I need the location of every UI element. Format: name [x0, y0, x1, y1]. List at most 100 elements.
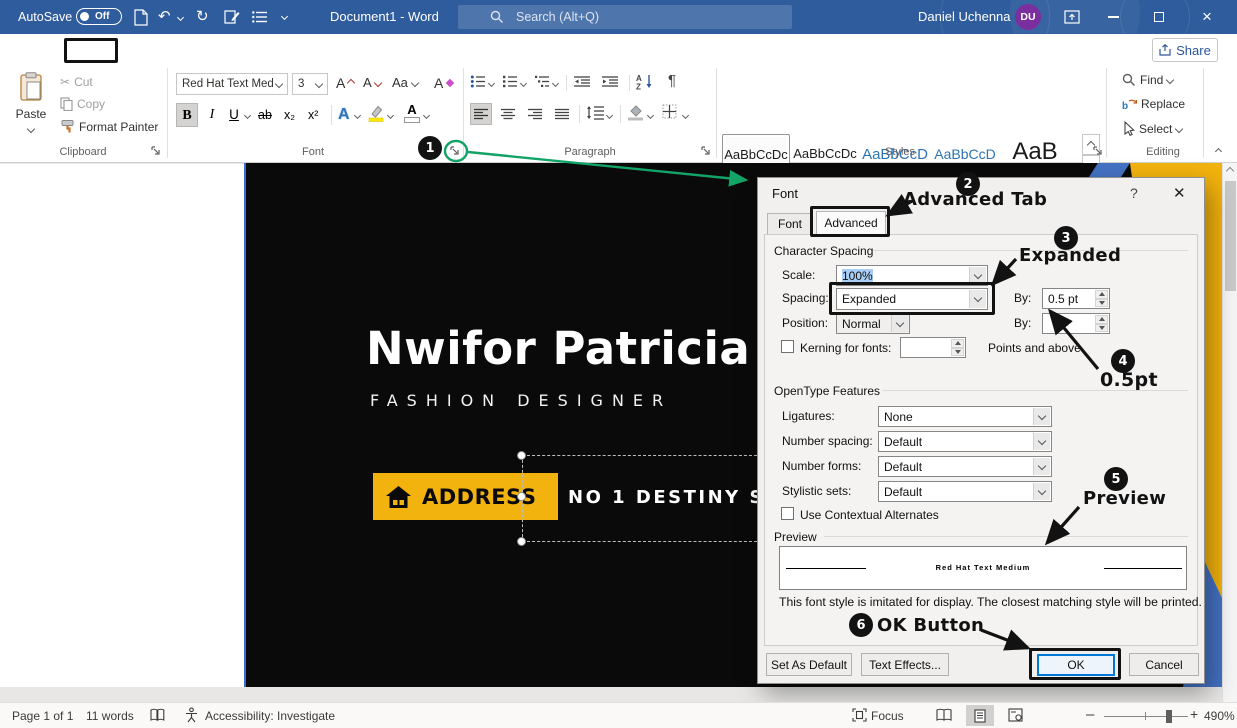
- multilevel-chevron-icon[interactable]: [552, 80, 559, 87]
- web-layout-icon[interactable]: [1008, 708, 1023, 722]
- proofing-icon[interactable]: [150, 708, 165, 722]
- styles-dialog-launcher[interactable]: [1092, 145, 1103, 156]
- kerning-checkbox[interactable]: [781, 340, 794, 353]
- scroll-up-icon[interactable]: [1226, 167, 1234, 175]
- chevron-down-icon[interactable]: [891, 315, 908, 332]
- ribbon-display-options-icon[interactable]: [1064, 10, 1080, 24]
- bold-button[interactable]: B: [176, 103, 198, 127]
- zoom-level[interactable]: 490%: [1204, 709, 1235, 723]
- borders-chevron-icon[interactable]: [682, 112, 689, 119]
- editing-view-icon[interactable]: [224, 9, 240, 25]
- read-mode-icon[interactable]: [936, 708, 953, 722]
- print-layout-button[interactable]: [966, 705, 994, 726]
- subscript-button[interactable]: x₂: [284, 103, 295, 127]
- multilevel-list-button[interactable]: [534, 75, 550, 88]
- new-file-icon[interactable]: [134, 9, 148, 26]
- grow-font-button[interactable]: A: [336, 75, 354, 91]
- ligatures-combobox[interactable]: None: [878, 406, 1052, 427]
- page-indicator[interactable]: Page 1 of 1: [12, 709, 73, 723]
- number-forms-combobox[interactable]: Default: [878, 456, 1052, 477]
- paragraph-dialog-launcher[interactable]: [700, 145, 711, 156]
- scrollbar-thumb[interactable]: [1225, 181, 1236, 291]
- strikethrough-button[interactable]: ab: [258, 103, 272, 127]
- select-button[interactable]: Select: [1122, 121, 1182, 136]
- position-by-spinner[interactable]: [1042, 313, 1110, 334]
- shading-button[interactable]: [627, 104, 644, 121]
- selection-handle-top[interactable]: [517, 451, 526, 460]
- accessibility-status[interactable]: Accessibility: Investigate: [205, 709, 335, 723]
- position-combobox[interactable]: Normal: [836, 313, 910, 334]
- redo-icon[interactable]: ↻: [196, 0, 209, 34]
- italic-button[interactable]: I: [204, 103, 220, 127]
- vertical-scrollbar[interactable]: [1222, 163, 1237, 702]
- numbering-chevron-icon[interactable]: [520, 80, 527, 87]
- highlight-chevron-icon[interactable]: [387, 112, 394, 119]
- paste-button[interactable]: Paste: [8, 70, 54, 144]
- focus-icon[interactable]: [852, 708, 867, 722]
- word-count[interactable]: 11 words: [86, 709, 134, 723]
- cancel-button[interactable]: Cancel: [1129, 653, 1199, 676]
- chevron-down-icon[interactable]: [1033, 433, 1050, 450]
- borders-button[interactable]: [662, 104, 678, 120]
- shading-chevron-icon[interactable]: [647, 112, 654, 119]
- number-spacing-combobox[interactable]: Default: [878, 431, 1052, 452]
- justify-button[interactable]: [551, 103, 573, 125]
- zoom-slider-thumb[interactable]: [1166, 710, 1172, 723]
- user-name[interactable]: Daniel Uchenna: [918, 9, 1011, 24]
- clear-formatting-button[interactable]: A: [434, 75, 453, 91]
- zoom-slider-track[interactable]: [1104, 716, 1188, 717]
- spacing-by-spinner[interactable]: 0.5 pt: [1042, 288, 1110, 309]
- underline-button[interactable]: U: [226, 103, 242, 127]
- list-icon[interactable]: [252, 11, 267, 23]
- align-left-button[interactable]: [470, 103, 492, 125]
- shrink-font-button[interactable]: A: [363, 75, 381, 90]
- accessibility-icon[interactable]: [184, 707, 199, 723]
- align-right-button[interactable]: [524, 103, 546, 125]
- stylistic-sets-combobox[interactable]: Default: [878, 481, 1052, 502]
- copy-button[interactable]: Copy: [60, 97, 105, 111]
- selection-handle-bottom[interactable]: [517, 537, 526, 546]
- font-dialog-launcher[interactable]: [449, 145, 460, 156]
- clipboard-dialog-launcher[interactable]: [150, 145, 161, 156]
- share-button[interactable]: Share: [1152, 38, 1218, 62]
- font-name-combobox[interactable]: Red Hat Text Med: [176, 73, 288, 95]
- highlight-button[interactable]: [368, 104, 384, 122]
- format-painter-button[interactable]: Format Painter: [60, 119, 158, 134]
- align-center-button[interactable]: [497, 103, 519, 125]
- minimize-button[interactable]: [1108, 16, 1119, 18]
- line-spacing-button[interactable]: [586, 105, 604, 120]
- set-as-default-button[interactable]: Set As Default: [766, 653, 852, 676]
- superscript-button[interactable]: x²: [308, 103, 318, 127]
- line-spacing-chevron-icon[interactable]: [606, 112, 613, 119]
- change-case-button[interactable]: Aa: [392, 75, 418, 90]
- quick-access-chevron-icon[interactable]: [281, 13, 288, 20]
- spinner-buttons[interactable]: [951, 339, 964, 356]
- kerning-spinner[interactable]: [900, 337, 966, 358]
- dialog-help-button[interactable]: ?: [1130, 185, 1138, 201]
- autosave-toggle[interactable]: Off: [76, 8, 122, 25]
- undo-chevron-icon[interactable]: [177, 14, 184, 21]
- cut-button[interactable]: ✂Cut: [60, 75, 93, 89]
- avatar[interactable]: DU: [1015, 4, 1041, 30]
- underline-chevron-icon[interactable]: [244, 112, 251, 119]
- collapse-ribbon-icon[interactable]: [1215, 148, 1222, 155]
- search-input[interactable]: Search (Alt+Q): [458, 5, 792, 29]
- dialog-close-button[interactable]: ✕: [1173, 184, 1186, 202]
- find-button[interactable]: Find: [1122, 73, 1173, 87]
- undo-icon[interactable]: ↶: [158, 0, 171, 34]
- dialog-tab-font[interactable]: Font: [767, 213, 813, 235]
- selection-handle-middle[interactable]: [517, 492, 526, 501]
- contextual-alternates-checkbox[interactable]: [781, 507, 794, 520]
- replace-button[interactable]: b Replace: [1122, 97, 1185, 111]
- chevron-down-icon[interactable]: [1033, 458, 1050, 475]
- spinner-buttons[interactable]: [1095, 315, 1108, 332]
- decrease-indent-button[interactable]: [573, 75, 591, 88]
- chevron-down-icon[interactable]: [1033, 483, 1050, 500]
- text-effects-button[interactable]: A: [338, 103, 350, 127]
- maximize-button[interactable]: [1154, 12, 1164, 22]
- spinner-buttons[interactable]: [1095, 290, 1108, 307]
- show-hide-pilcrow-button[interactable]: ¶: [668, 72, 676, 89]
- bullets-chevron-icon[interactable]: [488, 80, 495, 87]
- focus-label[interactable]: Focus: [871, 709, 904, 723]
- font-color-chevron-icon[interactable]: [423, 112, 430, 119]
